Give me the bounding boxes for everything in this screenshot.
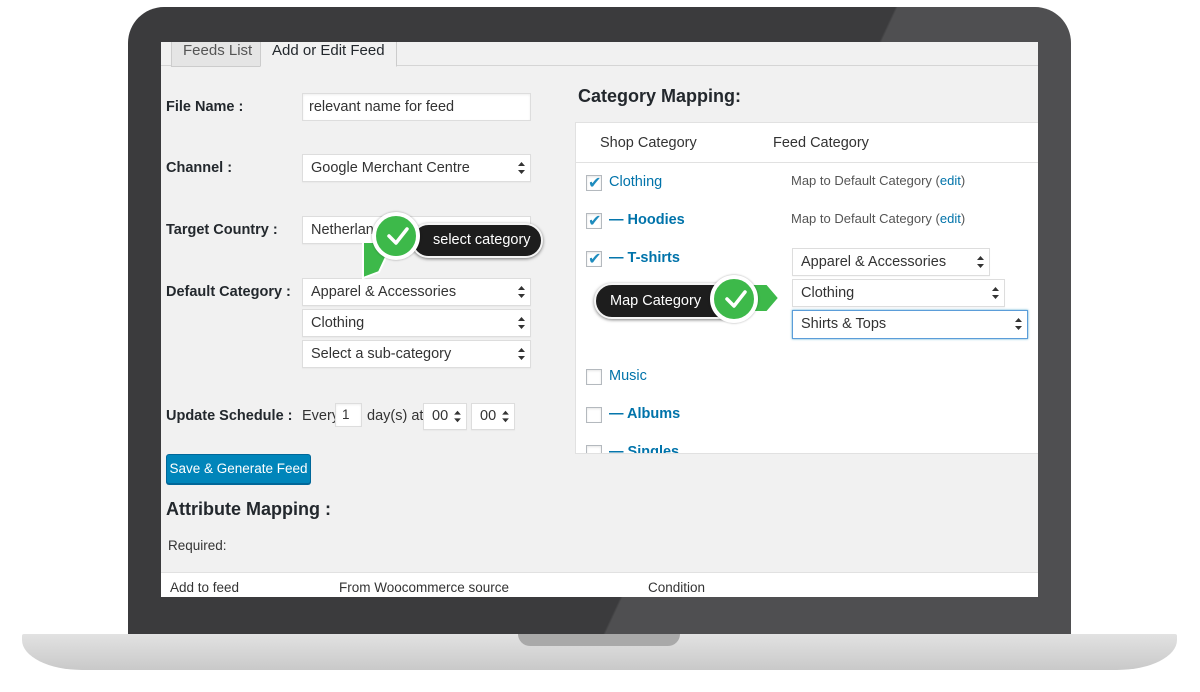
feed-category-column: Feed Category: [773, 135, 869, 151]
category-link-albums[interactable]: — Albums: [609, 406, 680, 422]
clothing-map-text: Map to Default Category (edit): [791, 173, 965, 188]
days-at-text: day(s) at: [367, 408, 424, 424]
tshirt-feed-select-2[interactable]: Clothing: [792, 279, 1005, 307]
edit-link[interactable]: edit: [940, 211, 961, 226]
file-name-label: File Name :: [166, 99, 244, 115]
tshirt-feed-select-3[interactable]: Shirts & Tops: [792, 310, 1028, 339]
map-default-text: Map to Default Category (: [791, 211, 940, 226]
select-arrows-icon: [518, 317, 525, 329]
minute-select[interactable]: 00: [471, 403, 515, 430]
map-default-text: Map to Default Category (: [791, 173, 940, 188]
column-condition: Condition: [648, 580, 706, 595]
close-paren: ): [960, 173, 966, 188]
close-paren: ): [960, 211, 966, 226]
category-mapping-title: Category Mapping:: [578, 86, 742, 106]
default-category-select-3[interactable]: Select a sub-category: [302, 340, 531, 368]
hoodies-checkbox[interactable]: ✔: [586, 211, 602, 230]
select-arrows-icon: [502, 410, 509, 423]
default-category-value-1: Apparel & Accessories: [311, 284, 457, 300]
every-input[interactable]: 1: [335, 403, 362, 427]
every-text: Every: [302, 408, 340, 424]
channel-label: Channel :: [166, 160, 233, 176]
default-category-select-1[interactable]: Apparel & Accessories: [302, 278, 531, 306]
select-arrows-icon: [992, 287, 999, 299]
select-arrows-icon: [1015, 318, 1022, 330]
music-checkbox[interactable]: [586, 369, 602, 385]
column-add-to-feed: Add to feed: [170, 580, 240, 595]
category-row-music: Music: [576, 357, 1038, 395]
category-row-clothing: ✔ Clothing Map to Default Category (edit…: [576, 163, 1038, 201]
channel-select[interactable]: Google Merchant Centre: [302, 154, 531, 182]
select-arrows-icon: [977, 256, 984, 268]
category-link-clothing[interactable]: Clothing: [609, 174, 662, 190]
category-row-hoodies: ✔ — Hoodies Map to Default Category (edi…: [576, 201, 1038, 239]
category-link-singles[interactable]: — Singles: [609, 444, 679, 453]
hour-value: 00: [432, 408, 449, 424]
tab-feeds-list[interactable]: Feeds List: [171, 42, 265, 67]
tshirt-feed-value-2: Clothing: [801, 285, 855, 301]
albums-checkbox[interactable]: [586, 407, 602, 423]
edit-link[interactable]: edit: [940, 173, 961, 188]
category-link-tshirts[interactable]: — T-shirts: [609, 250, 680, 266]
checkmark-icon: ✔: [588, 211, 602, 230]
tab-bar: Feeds List Add or Edit Feed: [161, 42, 1038, 67]
screen: Feeds List Add or Edit Feed File Name : …: [161, 42, 1038, 597]
singles-checkbox[interactable]: [586, 445, 602, 453]
category-link-music[interactable]: Music: [609, 368, 647, 384]
shop-category-column: Shop Category: [600, 135, 697, 151]
select-arrows-icon: [518, 348, 525, 360]
select-arrows-icon: [454, 410, 461, 423]
tshirt-feed-value-1: Apparel & Accessories: [801, 254, 947, 270]
hour-select[interactable]: 00: [423, 403, 467, 430]
file-name-input[interactable]: relevant name for feed: [302, 93, 531, 121]
target-country-label: Target Country :: [166, 222, 278, 238]
default-category-label: Default Category :: [166, 284, 291, 300]
check-badge-icon: [372, 212, 420, 260]
tshirts-checkbox[interactable]: ✔: [586, 249, 602, 268]
minute-value: 00: [480, 408, 497, 424]
update-schedule-label: Update Schedule :: [166, 408, 293, 424]
clothing-checkbox[interactable]: ✔: [586, 173, 602, 192]
select-category-callout: select category: [411, 223, 543, 258]
laptop-notch: [518, 634, 680, 646]
select-arrows-icon: [518, 162, 525, 174]
checkmark-icon: [387, 227, 409, 245]
default-category-value-3: Select a sub-category: [311, 346, 452, 362]
save-generate-feed-button[interactable]: Save & Generate Feed: [166, 454, 311, 484]
category-link-hoodies[interactable]: — Hoodies: [609, 212, 685, 228]
target-country-value: Netherlan: [311, 222, 374, 238]
category-row-albums: — Albums: [576, 395, 1038, 433]
select-arrows-icon: [518, 286, 525, 298]
column-source: From Woocommerce source: [339, 580, 510, 595]
hoodies-map-text: Map to Default Category (edit): [791, 211, 965, 226]
category-table-header: Shop Category Feed Category: [576, 123, 1038, 163]
check-badge-icon: [710, 275, 758, 323]
checkmark-icon: ✔: [588, 249, 602, 268]
channel-select-value: Google Merchant Centre: [311, 160, 470, 176]
attribute-table-header: Add to feed From Woocommerce source Cond…: [161, 572, 1038, 597]
checkmark-icon: ✔: [588, 173, 602, 192]
attribute-mapping-title: Attribute Mapping :: [166, 499, 331, 519]
tshirt-feed-value-3: Shirts & Tops: [801, 316, 887, 332]
required-label: Required:: [168, 538, 227, 553]
checkmark-icon: [725, 290, 747, 308]
category-row-singles: — Singles: [576, 433, 1038, 453]
default-category-value-2: Clothing: [311, 315, 365, 331]
tshirt-feed-select-1[interactable]: Apparel & Accessories: [792, 248, 990, 276]
tab-add-edit-feed[interactable]: Add or Edit Feed: [260, 42, 397, 67]
default-category-select-2[interactable]: Clothing: [302, 309, 531, 337]
